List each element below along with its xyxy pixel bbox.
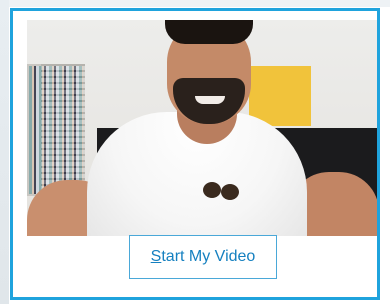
start-my-video-button[interactable]: Start My Video [129, 235, 277, 279]
person-smile [195, 96, 225, 104]
sunglasses-icon [201, 172, 241, 202]
person-hair [165, 20, 253, 44]
camera-preview [27, 20, 377, 236]
window-left-edge [0, 0, 9, 304]
window-top-edge [0, 0, 390, 7]
start-video-mnemonic: S [150, 248, 162, 265]
background-shelf-shading [41, 64, 85, 196]
start-video-label: tart My Video [161, 248, 256, 265]
video-panel: Start My Video [10, 8, 380, 300]
background-yellow-panel [249, 66, 311, 126]
